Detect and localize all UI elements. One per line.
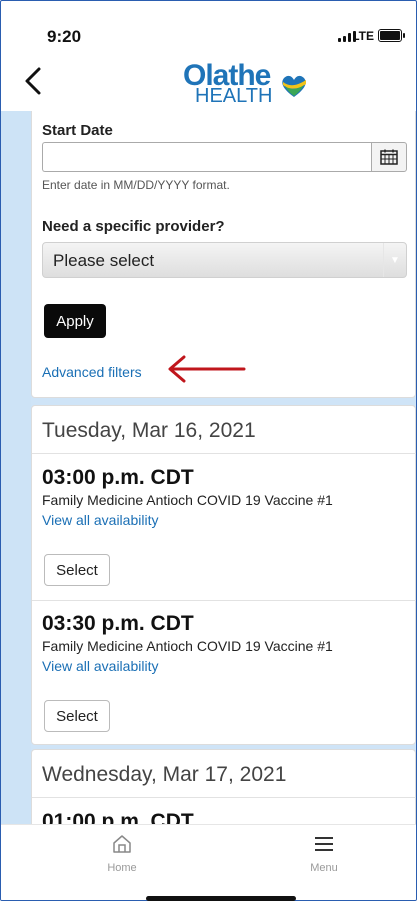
chevron-down-icon: ▼ [383,243,406,277]
provider-select-value: Please select [53,251,155,270]
olathe-health-logo: Olathe HEALTH [181,59,311,107]
logo-heart-icon [282,75,306,97]
results-scroll-area[interactable]: Start Date Enter date in MM/DD/YYYY form… [1,111,416,824]
start-date-label: Start Date [42,122,113,139]
select-button[interactable]: Select [44,700,110,732]
slot-description: Family Medicine Antioch COVID 19 Vaccine… [42,638,333,654]
chevron-left-icon [25,67,41,95]
divider [32,600,416,601]
date-format-hint: Enter date in MM/DD/YYYY format. [42,178,230,192]
red-arrow-annotation [168,355,246,383]
start-date-input[interactable] [42,142,372,172]
slot-time: 01:00 p.m. CDT [42,810,194,824]
advanced-filters-link[interactable]: Advanced filters [42,364,142,380]
bottom-tab-bar: Home Menu [1,824,416,900]
home-icon [113,835,131,853]
calendar-icon [380,149,398,165]
divider [32,453,416,454]
tab-home-label: Home [107,862,137,874]
filter-card: Start Date Enter date in MM/DD/YYYY form… [31,111,416,398]
left-margin [1,111,31,824]
view-availability-link[interactable]: View all availability [42,658,158,674]
view-availability-link[interactable]: View all availability [42,512,158,528]
logo-sub-text: HEALTH [195,85,273,107]
tab-home[interactable]: Home [82,833,162,874]
network-type: LTE [352,29,374,43]
home-indicator[interactable] [146,896,296,901]
tab-menu[interactable]: Menu [284,833,364,874]
provider-select[interactable]: Please select ▼ [42,242,407,278]
slot-time: 03:30 p.m. CDT [42,612,194,635]
select-button[interactable]: Select [44,554,110,586]
app-header: Olathe HEALTH [1,51,416,112]
day-heading: Tuesday, Mar 16, 2021 [42,419,256,442]
back-button[interactable] [19,63,49,99]
provider-label: Need a specific provider? [42,218,225,235]
status-bar: 9:20 LTE [1,1,416,51]
day-card-tuesday: Tuesday, Mar 16, 2021 03:00 p.m. CDT Fam… [31,405,416,745]
slot-time: 03:00 p.m. CDT [42,466,194,489]
status-time: 9:20 [47,27,82,46]
battery-icon [378,29,405,42]
slot-description: Family Medicine Antioch COVID 19 Vaccine… [42,492,333,508]
apply-button[interactable]: Apply [44,304,106,338]
phone-frame: 9:20 LTE Olathe HEALTH Start Date Enter … [0,0,417,901]
tab-menu-label: Menu [310,862,338,874]
day-heading: Wednesday, Mar 17, 2021 [42,763,287,786]
divider [32,797,416,798]
day-card-wednesday: Wednesday, Mar 17, 2021 01:00 p.m. CDT [31,749,416,824]
calendar-button[interactable] [371,142,407,172]
hamburger-menu-icon [315,837,333,851]
